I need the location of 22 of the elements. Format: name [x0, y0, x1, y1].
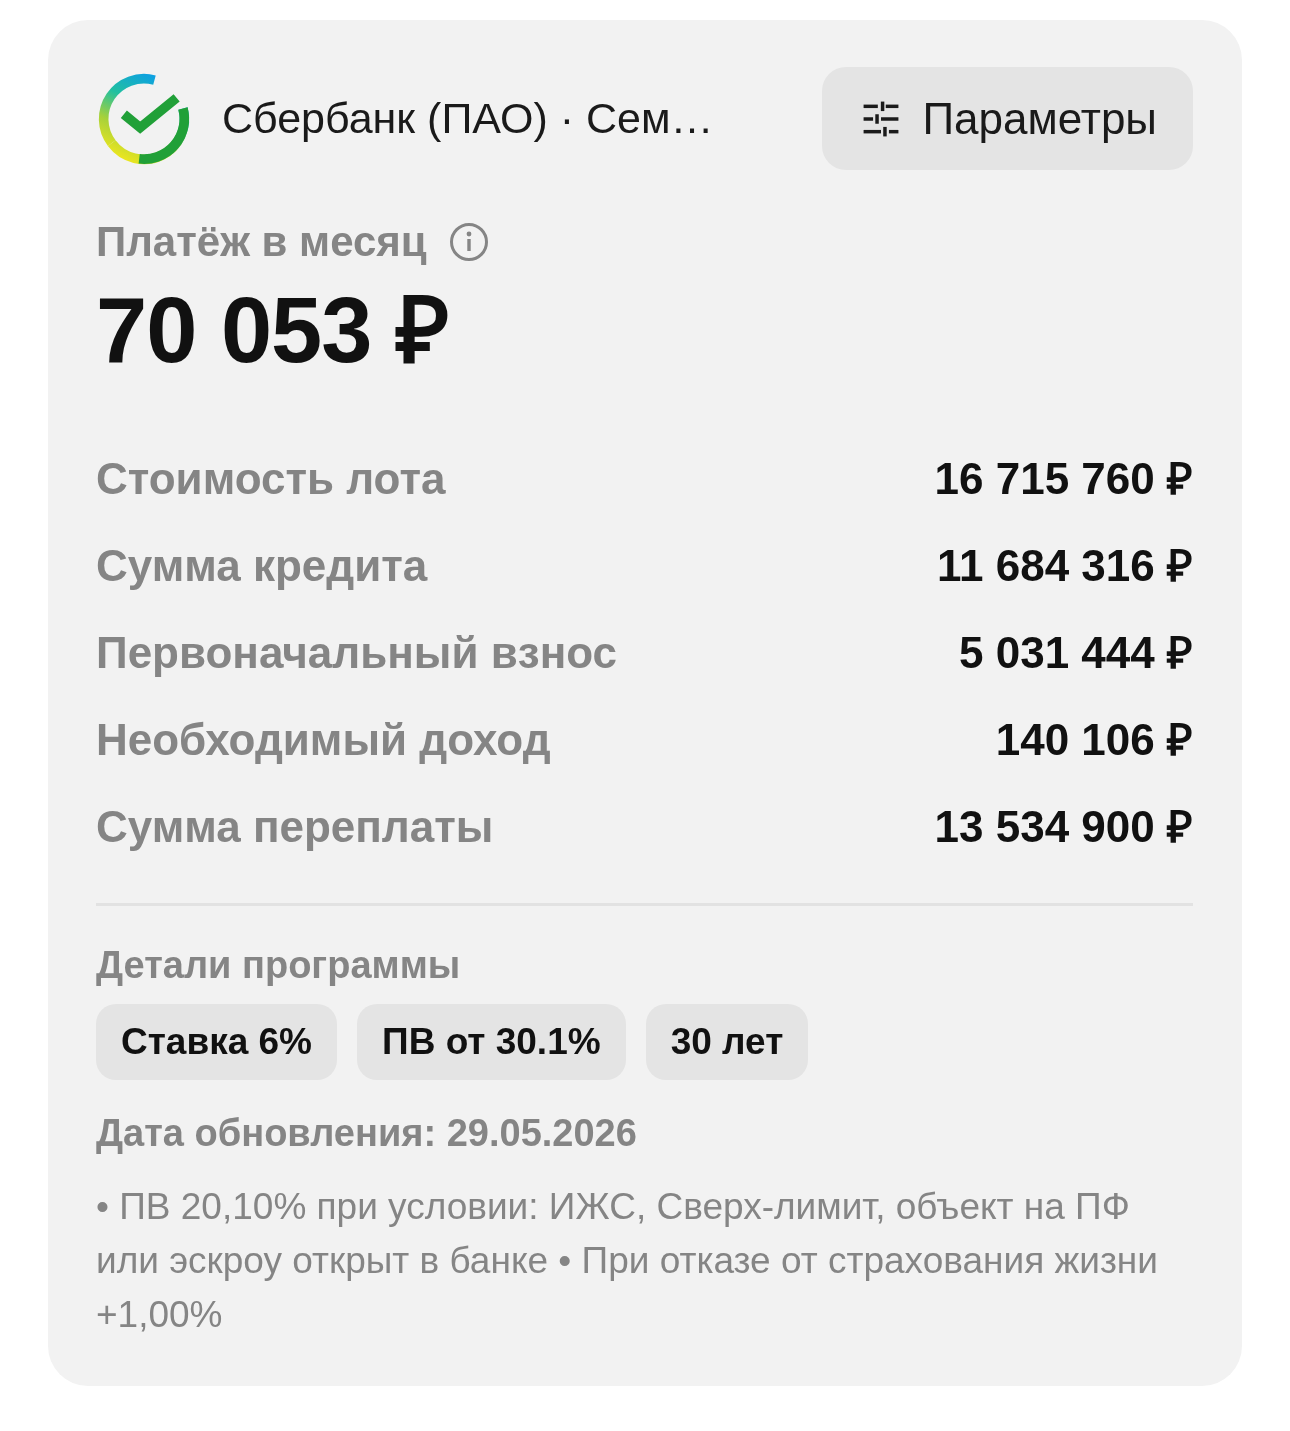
- program-tag: Ставка 6%: [96, 1004, 338, 1080]
- sliders-icon: [862, 100, 901, 137]
- conditions-note: • ПВ 20,10% при условии: ИЖС, Сверх-лимит, объект на ПФ или эскроу открыт в банке • При отказе от страхования жизни +1,00%: [96, 1185, 1159, 1337]
- summary-label: Необходимый доход: [96, 713, 551, 766]
- summary-value: 140 106 ₽: [995, 713, 1193, 766]
- summary-label: Сумма переплаты: [96, 800, 494, 853]
- payment-amount: 70 053 ₽: [96, 278, 450, 383]
- info-icon[interactable]: [448, 222, 489, 262]
- parameters-button[interactable]: Параметры: [822, 67, 1193, 170]
- summary-value: 16 715 760 ₽: [934, 452, 1193, 505]
- bank-title: Сбербанк (ПАО) · Сем…: [222, 93, 714, 145]
- summary-value: 11 684 316 ₽: [937, 539, 1193, 592]
- summary-value: 5 031 444 ₽: [959, 626, 1193, 679]
- summary-label: Стоимость лота: [96, 452, 446, 505]
- payment-label: Платёж в месяц: [96, 217, 427, 267]
- summary-value: 13 534 900 ₽: [934, 800, 1193, 853]
- program-tag: 30 лет: [645, 1004, 809, 1080]
- program-tag: ПВ от 30.1%: [357, 1004, 626, 1080]
- summary-label: Первоначальный взнос: [96, 626, 617, 679]
- program-details-heading: Детали программы: [96, 943, 462, 988]
- summary-label: Сумма кредита: [96, 539, 428, 592]
- update-date-text: Дата обновления: 29.05.2026: [96, 1111, 638, 1156]
